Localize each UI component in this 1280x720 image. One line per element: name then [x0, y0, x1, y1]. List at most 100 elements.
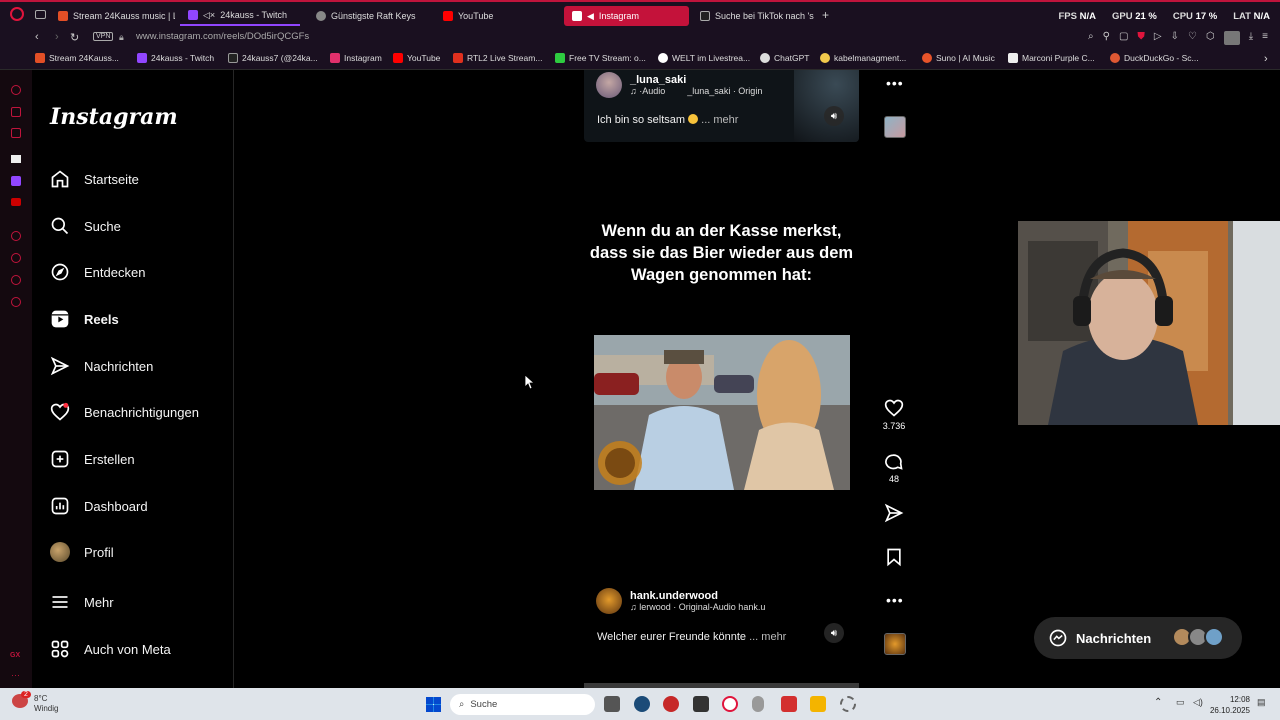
nav-dashboard[interactable]: Dashboard [50, 491, 148, 521]
bookmark-item[interactable]: 24kauss - Twitch [137, 53, 214, 63]
sidebar-app-icon[interactable] [11, 231, 21, 241]
file-explorer-icon[interactable] [810, 696, 826, 712]
muted-icon[interactable]: ◁× [203, 10, 215, 21]
nav-erstellen[interactable]: Erstellen [50, 444, 135, 474]
task-view-icon[interactable] [604, 696, 620, 712]
tab-twitch[interactable]: ◁× 24kauss - Twitch [180, 6, 300, 26]
reel-caption[interactable]: Ich bin so seltsam ... mehr [597, 114, 738, 126]
app-icon[interactable] [663, 696, 679, 712]
sidebar-app-icon[interactable] [11, 155, 21, 163]
reel-card-previous[interactable]: _luna_saki ♫ ·Audio _luna_saki · Origin … [584, 70, 859, 142]
youtube-icon[interactable] [11, 198, 21, 206]
extensions-icon[interactable]: ⬡ [1206, 31, 1215, 45]
more-link[interactable]: ... mehr [749, 631, 786, 643]
new-tab-button[interactable]: + [822, 8, 829, 22]
bookmark-item[interactable]: DuckDuckGo - Sc... [1110, 53, 1199, 63]
mouse-app-icon[interactable] [752, 696, 764, 712]
reel-caption[interactable]: Welcher eurer Freunde könnte ... mehr [597, 631, 786, 643]
settings-icon[interactable] [840, 696, 856, 712]
bookmark-item[interactable]: RTL2 Live Stream... [453, 53, 542, 63]
forward-button[interactable]: › [55, 31, 59, 43]
url-field[interactable]: www.instagram.com/reels/DOd5irQCGFs [136, 31, 309, 42]
bookmark-item[interactable]: 24kauss7 (@24ka... [228, 53, 318, 63]
avatar[interactable] [596, 588, 622, 614]
settings-icon[interactable] [11, 297, 21, 307]
zoom-icon[interactable]: ⌕ [1088, 31, 1094, 45]
reload-button[interactable]: ↻ [70, 31, 79, 44]
download-icon[interactable]: ⤓ [1249, 31, 1253, 45]
play-icon[interactable]: ▷ [1154, 31, 1162, 45]
nav-benachrichtigungen[interactable]: Benachrichtigungen [50, 397, 199, 427]
bookmark-item[interactable]: ChatGPT [760, 53, 809, 63]
bookmark-item[interactable]: Stream 24Kauss... [35, 53, 119, 63]
app-icon[interactable] [693, 696, 709, 712]
bookmark-item[interactable]: WELT im Livestrea... [658, 53, 750, 63]
app-icon[interactable] [781, 696, 797, 712]
nav-entdecken[interactable]: Entdecken [50, 257, 145, 287]
tab-tiktok[interactable]: Suche bei TikTok nach 's [692, 6, 817, 26]
tab-overview-icon[interactable] [35, 10, 46, 19]
reel-username[interactable]: hank.underwood [630, 590, 765, 602]
messages-button[interactable]: Nachrichten [1034, 617, 1242, 659]
back-button[interactable]: ‹ [35, 31, 39, 43]
nav-startseite[interactable]: Startseite [50, 164, 139, 194]
windows-start-icon[interactable] [426, 697, 441, 712]
reel-video[interactable] [594, 335, 850, 490]
nav-mehr[interactable]: Mehr [50, 587, 114, 617]
more-options-icon[interactable]: ••• [886, 75, 904, 91]
gx-icon[interactable]: GX [10, 652, 20, 659]
avatar[interactable] [596, 72, 622, 98]
share-button[interactable] [879, 503, 909, 523]
bookmark-item[interactable]: Instagram [330, 53, 382, 63]
like-button[interactable]: 3.736 [879, 398, 909, 431]
volume-icon[interactable]: 🔊︎ [824, 623, 844, 643]
sidebar-app-icon[interactable] [11, 85, 21, 95]
audio-thumbnail[interactable] [884, 116, 906, 138]
volume-icon[interactable]: ◁) [1193, 697, 1203, 708]
twitch-icon[interactable] [11, 176, 21, 186]
nav-profil[interactable]: Profil [50, 537, 114, 567]
save-button[interactable] [879, 547, 909, 567]
nav-auch-von-meta[interactable]: Auch von Meta [50, 634, 171, 664]
network-icon[interactable]: ▭ [1176, 697, 1185, 708]
tab-instagram[interactable]: ◀ Instagram [564, 6, 689, 26]
tab-stream[interactable]: Stream 24Kauss music | L [50, 6, 175, 26]
nav-nachrichten[interactable]: Nachrichten [50, 351, 153, 381]
notification-center-icon[interactable]: ▤ [1257, 697, 1266, 708]
audio-line[interactable]: ♫ ·Audio _luna_saki · Origin [630, 86, 762, 96]
more-options-icon[interactable]: ••• [886, 592, 904, 608]
bookmarks-overflow-icon[interactable]: › [1264, 53, 1268, 65]
reel-username[interactable]: _luna_saki [630, 74, 762, 86]
vpn-badge[interactable]: VPN [93, 32, 114, 41]
taskbar-search[interactable]: ⌕ Suche [450, 694, 595, 715]
volume-icon[interactable]: 🔊︎ [824, 106, 844, 126]
nav-reels[interactable]: Reels [50, 304, 119, 334]
nav-suche[interactable]: Suche [50, 211, 121, 241]
sidebar-app-icon[interactable] [11, 107, 21, 117]
bookmark-item[interactable]: Free TV Stream: o... [555, 53, 646, 63]
pin-icon[interactable]: ⚲ [1103, 31, 1110, 45]
opera-gx-icon[interactable] [722, 696, 738, 712]
instagram-logo[interactable]: Instagram [50, 104, 178, 130]
opera-logo-icon[interactable] [10, 7, 24, 21]
bookmark-item[interactable]: Marconi Purple C... [1008, 53, 1095, 63]
steam-icon[interactable] [634, 696, 650, 712]
more-link[interactable]: ... mehr [701, 114, 738, 126]
sidebar-app-icon[interactable] [11, 128, 21, 138]
menu-icon[interactable]: ≡ [1262, 31, 1268, 45]
more-icon[interactable]: ··· [11, 670, 20, 680]
speaker-icon[interactable]: ◀ [587, 11, 594, 22]
bookmark-item[interactable]: Suno | AI Music [922, 53, 995, 63]
audio-thumbnail[interactable] [884, 633, 906, 655]
comment-button[interactable]: 48 [879, 451, 909, 484]
taskbar-clock[interactable]: 12:08 26.10.2025 [1210, 694, 1250, 716]
tab-raft-keys[interactable]: Günstigste Raft Keys [308, 6, 433, 26]
snapshot-icon[interactable]: ▢ [1119, 31, 1128, 45]
profile-avatar[interactable] [1223, 31, 1240, 45]
bookmark-item[interactable]: kabelmanagment... [820, 53, 906, 63]
bookmark-item[interactable]: YouTube [393, 53, 440, 63]
reel-card-current[interactable]: Wenn du an der Kasse merkst, dass sie da… [584, 200, 859, 575]
tray-chevron-icon[interactable]: ⌃ [1154, 697, 1162, 708]
audio-line[interactable]: ♫ lerwood · Original-Audio hank.u [630, 602, 765, 612]
heart-icon[interactable]: ♡ [1188, 31, 1197, 45]
